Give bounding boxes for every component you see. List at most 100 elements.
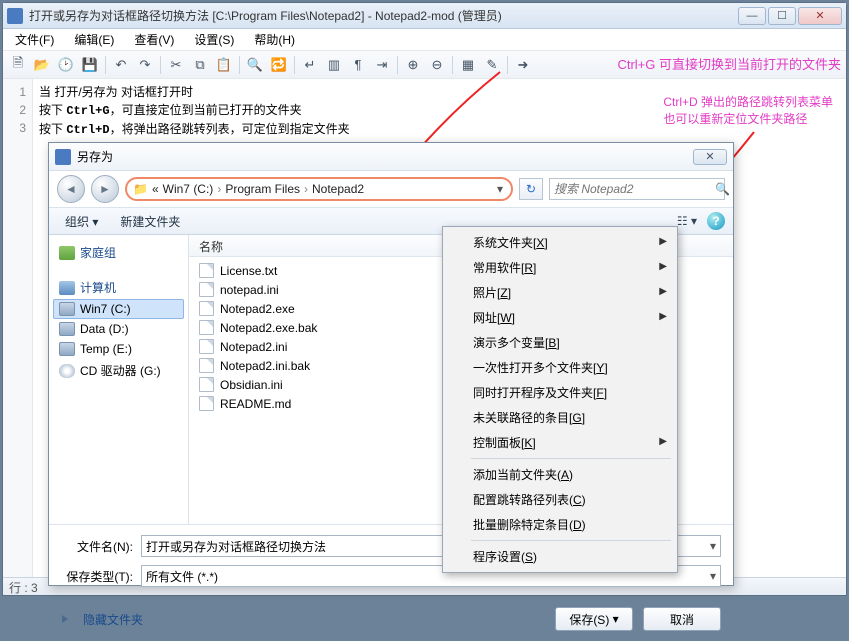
back-button[interactable]: ◄ bbox=[57, 175, 85, 203]
drive-icon bbox=[59, 302, 75, 316]
close-button[interactable]: ✕ bbox=[798, 7, 842, 25]
menu-item[interactable]: 添加当前文件夹(A) bbox=[445, 462, 675, 487]
cancel-button[interactable]: 取消 bbox=[643, 607, 721, 631]
nav-tree[interactable]: 家庭组 计算机 Win7 (C:) Data (D:) Temp (E:) CD… bbox=[49, 235, 189, 524]
menu-item[interactable]: 网址[W]▶ bbox=[445, 305, 675, 330]
menu-item[interactable]: 照片[Z]▶ bbox=[445, 280, 675, 305]
titlebar: 打开或另存为对话框路径切换方法 [C:\Program Files\Notepa… bbox=[3, 3, 846, 29]
bc-segment[interactable]: Notepad2 bbox=[312, 182, 364, 196]
menubar: 文件(F) 编辑(E) 查看(V) 设置(S) 帮助(H) bbox=[3, 29, 846, 51]
menu-item[interactable]: 同时打开程序及文件夹[F] bbox=[445, 380, 675, 405]
menu-view[interactable]: 查看(V) bbox=[126, 29, 182, 50]
homegroup-icon bbox=[59, 246, 75, 260]
redo-icon[interactable]: ↷ bbox=[134, 54, 156, 76]
caret-position: 行 : 3 bbox=[9, 581, 38, 595]
menu-settings[interactable]: 设置(S) bbox=[186, 29, 242, 50]
computer-icon bbox=[59, 281, 75, 295]
bc-segment[interactable]: Program Files bbox=[225, 182, 300, 196]
app-icon bbox=[7, 8, 23, 24]
new-icon[interactable]: 🗎 bbox=[7, 54, 29, 76]
menu-item[interactable]: 批量删除特定条目(D) bbox=[445, 512, 675, 537]
disclose-icon[interactable] bbox=[62, 615, 68, 623]
breadcrumb-dropdown[interactable]: ▾ bbox=[495, 182, 505, 196]
new-folder-button[interactable]: 新建文件夹 bbox=[112, 211, 188, 232]
refresh-button[interactable]: ↻ bbox=[519, 178, 543, 200]
file-icon bbox=[199, 301, 214, 316]
guides-icon[interactable]: ▥ bbox=[323, 54, 345, 76]
file-name: notepad.ini bbox=[220, 283, 279, 297]
search-input[interactable] bbox=[554, 182, 711, 196]
cut-icon[interactable]: ✂ bbox=[165, 54, 187, 76]
submenu-arrow-icon: ▶ bbox=[659, 261, 667, 272]
menu-help[interactable]: 帮助(H) bbox=[246, 29, 303, 50]
tree-drive-c[interactable]: Win7 (C:) bbox=[53, 299, 184, 319]
line-num: 3 bbox=[3, 119, 26, 137]
zoomin-icon[interactable]: ⊕ bbox=[402, 54, 424, 76]
custom-icon[interactable]: ✎ bbox=[481, 54, 503, 76]
filename-label: 文件名(N): bbox=[61, 538, 133, 555]
tree-drive-cd[interactable]: CD 驱动器 (G:) bbox=[53, 359, 184, 382]
copy-icon[interactable]: ⧉ bbox=[189, 54, 211, 76]
file-name: Notepad2.exe bbox=[220, 302, 295, 316]
open-icon[interactable]: 📂 bbox=[31, 54, 53, 76]
scheme-icon[interactable]: ▦ bbox=[457, 54, 479, 76]
replace-icon[interactable]: 🔁 bbox=[268, 54, 290, 76]
menu-item[interactable]: 未关联路径的条目[G] bbox=[445, 405, 675, 430]
tree-drive-d[interactable]: Data (D:) bbox=[53, 319, 184, 339]
exit-icon[interactable]: ➜ bbox=[512, 54, 534, 76]
menu-item[interactable]: 配置跳转路径列表(C) bbox=[445, 487, 675, 512]
history-icon[interactable]: 🕑 bbox=[55, 54, 77, 76]
nav-row: ◄ ► 📁 « Win7 (C:)› Program Files› Notepa… bbox=[49, 171, 733, 207]
bc-segment[interactable]: Win7 (C:) bbox=[163, 182, 214, 196]
drive-icon bbox=[59, 322, 75, 336]
breadcrumb[interactable]: 📁 « Win7 (C:)› Program Files› Notepad2 ▾ bbox=[125, 177, 513, 201]
menu-item[interactable]: 控制面板[K]▶ bbox=[445, 430, 675, 455]
wordwrap-icon[interactable]: ↵ bbox=[299, 54, 321, 76]
folder-icon: 📁 bbox=[133, 182, 148, 196]
window-controls: — ☐ ✕ bbox=[738, 7, 842, 25]
text-line: 当 打开/另存为 对话框打开时 bbox=[39, 85, 193, 99]
forward-button[interactable]: ► bbox=[91, 175, 119, 203]
help-icon[interactable]: ? bbox=[707, 212, 725, 230]
file-name: README.md bbox=[220, 397, 291, 411]
menu-edit[interactable]: 编辑(E) bbox=[66, 29, 122, 50]
file-icon bbox=[199, 320, 214, 335]
minimize-button[interactable]: — bbox=[738, 7, 766, 25]
whitespace-icon[interactable]: ¶ bbox=[347, 54, 369, 76]
paste-icon[interactable]: 📋 bbox=[213, 54, 235, 76]
submenu-arrow-icon: ▶ bbox=[659, 311, 667, 322]
tree-computer[interactable]: 计算机 bbox=[53, 276, 184, 299]
search-box[interactable]: 🔍 bbox=[549, 178, 725, 200]
submenu-arrow-icon: ▶ bbox=[659, 236, 667, 247]
cd-icon bbox=[59, 364, 75, 378]
find-icon[interactable]: 🔍 bbox=[244, 54, 266, 76]
save-button[interactable]: 保存(S) ▾ bbox=[555, 607, 633, 631]
menu-item[interactable]: 程序设置(S) bbox=[445, 544, 675, 569]
menu-item[interactable]: 常用软件[R]▶ bbox=[445, 255, 675, 280]
annotation-ctrl-g: Ctrl+G 可直接切换到当前打开的文件夹 bbox=[617, 54, 841, 73]
dialog-buttons: 隐藏文件夹 保存(S) ▾ 取消 bbox=[49, 601, 733, 641]
search-icon[interactable]: 🔍 bbox=[715, 182, 730, 196]
drive-icon bbox=[59, 342, 75, 356]
menu-file[interactable]: 文件(F) bbox=[7, 29, 62, 50]
zoomout-icon[interactable]: ⊖ bbox=[426, 54, 448, 76]
save-icon[interactable]: 💾 bbox=[79, 54, 101, 76]
indent-icon[interactable]: ⇥ bbox=[371, 54, 393, 76]
dialog-close-button[interactable]: ✕ bbox=[693, 149, 727, 165]
line-num: 1 bbox=[3, 83, 26, 101]
hide-folders-link[interactable]: 隐藏文件夹 bbox=[83, 611, 143, 628]
line-gutter: 1 2 3 bbox=[3, 79, 33, 577]
menu-item[interactable]: 一次性打开多个文件夹[Y] bbox=[445, 355, 675, 380]
file-icon bbox=[199, 396, 214, 411]
path-jump-menu[interactable]: 系统文件夹[X]▶常用软件[R]▶照片[Z]▶网址[W]▶演示多个变量[B]一次… bbox=[442, 226, 678, 573]
maximize-button[interactable]: ☐ bbox=[768, 7, 796, 25]
menu-item[interactable]: 系统文件夹[X]▶ bbox=[445, 230, 675, 255]
file-icon bbox=[199, 263, 214, 278]
undo-icon[interactable]: ↶ bbox=[110, 54, 132, 76]
window-title: 打开或另存为对话框路径切换方法 [C:\Program Files\Notepa… bbox=[29, 7, 738, 24]
annotation-ctrl-d: Ctrl+D 弹出的路径跳转列表菜单 也可以重新定位文件夹路径 bbox=[663, 94, 833, 128]
menu-item[interactable]: 演示多个变量[B] bbox=[445, 330, 675, 355]
tree-homegroup[interactable]: 家庭组 bbox=[53, 241, 184, 264]
organize-menu[interactable]: 组织 ▾ bbox=[57, 211, 106, 232]
tree-drive-e[interactable]: Temp (E:) bbox=[53, 339, 184, 359]
